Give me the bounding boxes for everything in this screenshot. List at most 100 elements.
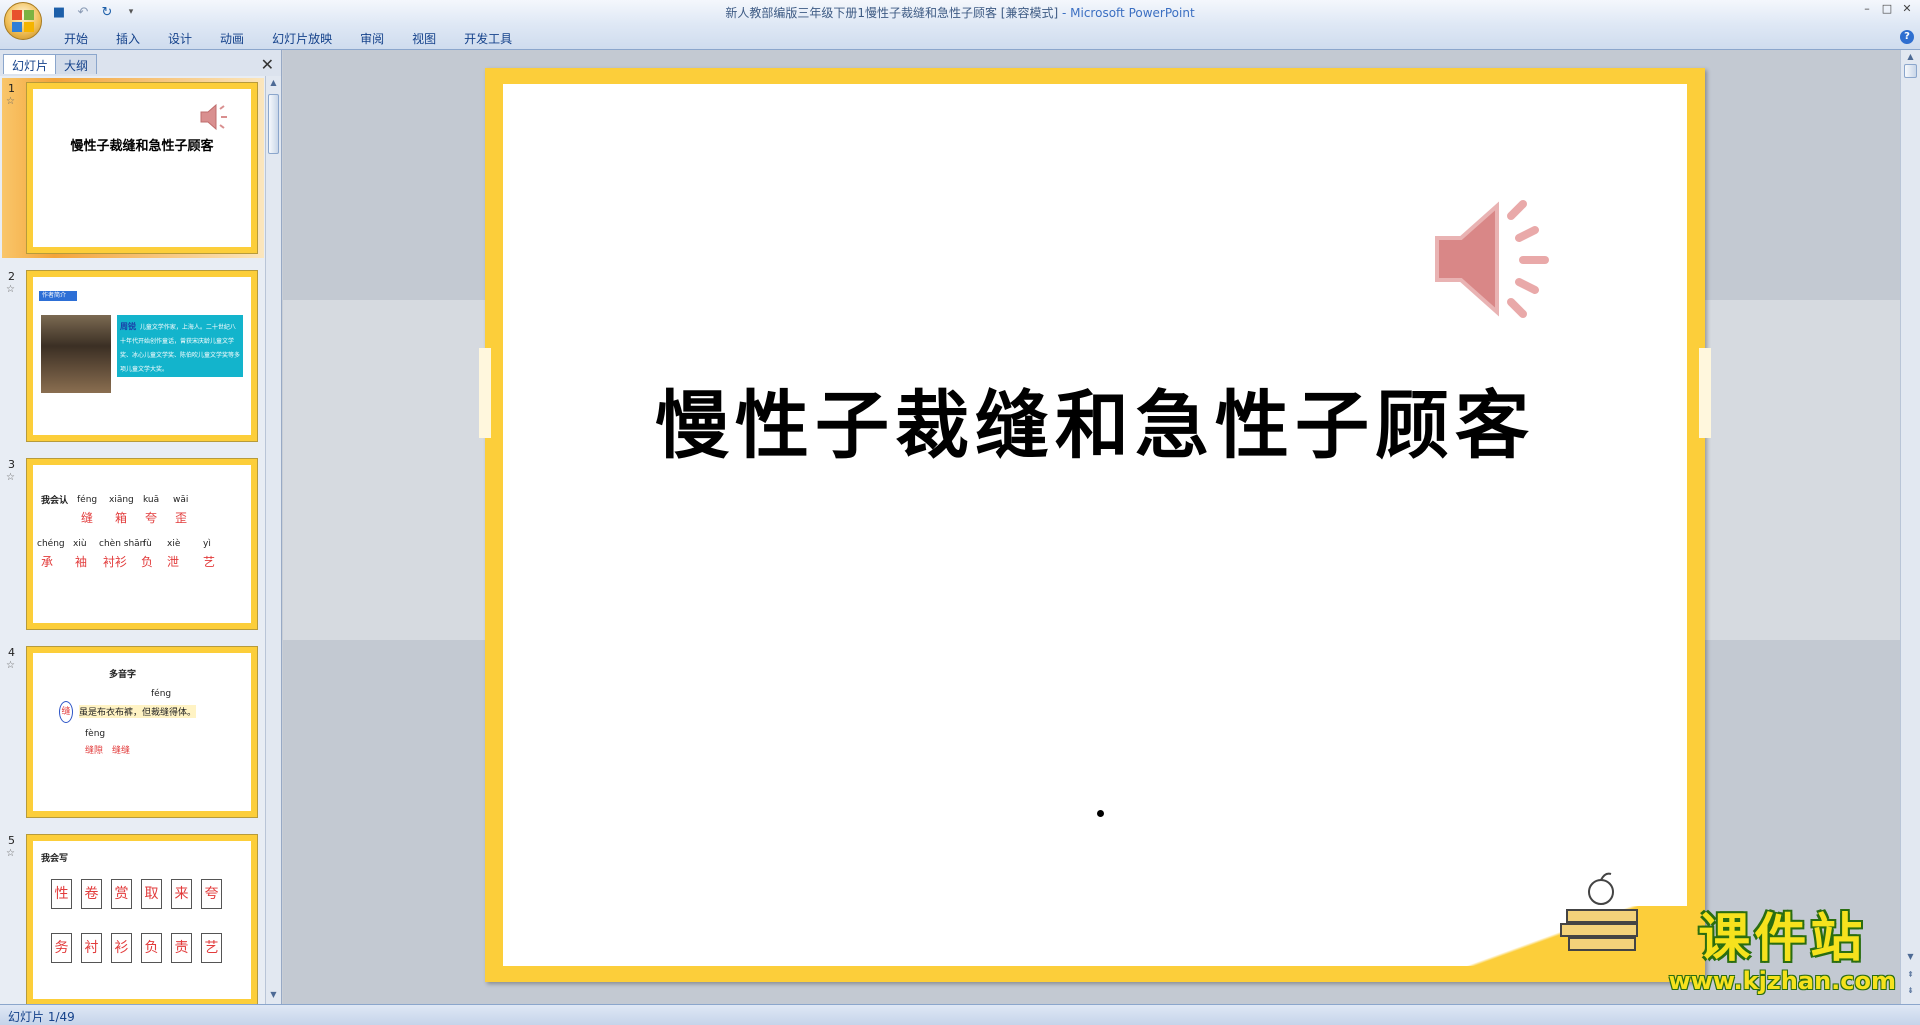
tab-insert[interactable]: 插入 [102,28,154,49]
animation-star-icon: ☆ [6,284,15,295]
office-button[interactable] [4,2,42,40]
section-label: 我会写 [41,854,69,864]
section-heading: 多音字 [109,670,137,680]
character: 缝 [81,511,94,525]
speaker-icon[interactable] [1431,194,1561,324]
speaker-icon [200,103,227,131]
slide-title[interactable]: 慢性子裁缝和急性子顾客 [503,366,1687,473]
thumbnail-canvas: 我会认 féng 缝 xiāng 箱 kuā 夸 wāi 歪 chéng 承 x… [33,465,251,623]
author-name: 周锐 [120,322,136,331]
panel-close-icon[interactable]: ✕ [261,55,274,74]
scroll-up-icon[interactable]: ▲ [268,78,279,90]
tab-review[interactable]: 审阅 [346,28,398,49]
watermark: 课件站 www.kjzhan.com [1669,911,1896,995]
pinyin: yì [203,539,211,549]
thumbnail-canvas: 我会写 性 卷 赏 取 来 夸 务 衬 衫 负 责 艺 [33,841,251,999]
author-bio: 儿童文学作家，上海人。二十世纪八十年代开始创作童话，曾获宋庆龄儿童文学奖、冰心儿… [120,324,241,373]
writing-box: 赏 [111,879,132,909]
character: 泄 [167,555,180,569]
slide-number: 3 [8,458,15,471]
writing-box: 性 [51,879,72,909]
writing-box: 卷 [81,879,102,909]
scroll-down-icon[interactable]: ▼ [268,990,279,1002]
books-apple-icon [1560,872,1638,951]
polyphone-char: 缝 [59,701,73,723]
slide-thumbnail-2[interactable]: 2 ☆ 作者简介 周锐 儿童文学作家，上海人。二十世纪八十年代开始创作童话，曾获… [2,266,264,446]
ribbon-tabs: 开始 插入 设计 动画 幻灯片放映 审阅 视图 开发工具 [50,28,526,49]
section-label: 我会认 [41,496,69,506]
writing-box: 艺 [201,933,222,963]
writing-box: 责 [171,933,192,963]
watermark-url: www.kjzhan.com [1668,967,1896,995]
pinyin: xiāng [109,495,134,505]
tab-home[interactable]: 开始 [50,28,102,49]
example-sentence: 虽是布衣布裤，但裁缝得体。 [79,705,197,718]
writing-box: 取 [141,879,162,909]
tab-slideshow[interactable]: 幻灯片放映 [258,28,346,49]
animation-star-icon: ☆ [6,472,15,483]
slide-thumbnail-4[interactable]: 4 ☆ 多音字 féng 缝 虽是布衣布裤，但裁缝得体。 fèng 缝隙 缝缝 [2,642,264,822]
slide-side-tab-left [479,348,491,438]
character: 歪 [175,511,188,525]
scroll-up-icon[interactable]: ▲ [1905,52,1916,64]
panel-tabs: 幻灯片 大纲 ✕ [0,52,282,74]
next-slide-icon[interactable]: ⇟ [1905,986,1916,998]
title-bar: ■ ↶ ↻ ▾ 新人教部编版三年级下册1慢性子裁缝和急性子顾客 [兼容模式] -… [0,0,1920,40]
tab-animations[interactable]: 动画 [206,28,258,49]
slide-content-area[interactable]: 慢性子裁缝和急性子顾客 [503,84,1687,966]
office-logo-icon [12,10,34,32]
slide-number: 1 [8,82,15,95]
animation-star-icon: ☆ [6,660,15,671]
document-title: 新人教部编版三年级下册1慢性子裁缝和急性子顾客 [兼容模式] [725,6,1059,20]
tab-developer[interactable]: 开发工具 [450,28,526,49]
minimize-button[interactable]: – [1858,2,1876,16]
slide-thumbnail-5[interactable]: 5 ☆ 我会写 性 卷 赏 取 来 夸 务 衬 衫 负 责 艺 [2,830,264,1004]
tab-slides[interactable]: 幻灯片 [3,54,58,74]
slide-number: 5 [8,834,15,847]
character: 箱 [115,511,128,525]
help-icon[interactable]: ? [1900,30,1914,44]
character: 夸 [145,511,158,525]
previous-slide-icon[interactable]: ⇞ [1905,970,1916,982]
close-button[interactable]: ✕ [1898,2,1916,16]
example-words: 缝隙 缝缝 [85,746,131,756]
tab-design[interactable]: 设计 [154,28,206,49]
thumbnail-title: 慢性子裁缝和急性子顾客 [70,139,214,154]
thumbnail-canvas: 多音字 féng 缝 虽是布衣布裤，但裁缝得体。 fèng 缝隙 缝缝 [33,653,251,811]
writing-box: 夸 [201,879,222,909]
scroll-down-icon[interactable]: ▼ [1905,952,1916,964]
character: 负 [141,555,154,569]
author-photo [41,315,111,393]
ribbon: 开始 插入 设计 动画 幻灯片放映 审阅 视图 开发工具 ? [0,24,1920,50]
section-label: 作者简介 [39,291,77,301]
slide-thumbnail-3[interactable]: 3 ☆ 我会认 féng 缝 xiāng 箱 kuā 夸 wāi 歪 chéng… [2,454,264,634]
writing-box: 衫 [111,933,132,963]
thumbnail-frame: 作者简介 周锐 儿童文学作家，上海人。二十世纪八十年代开始创作童话，曾获宋庆龄儿… [26,270,258,442]
scrollbar-thumb[interactable] [268,94,279,154]
slide-number: 4 [8,646,15,659]
window-controls: – □ ✕ [1858,2,1916,16]
thumbnail-frame: 我会写 性 卷 赏 取 来 夸 务 衬 衫 负 责 艺 [26,834,258,1004]
thumbnail-frame: 慢性子裁缝和急性子顾客 [26,82,258,254]
status-bar: 幻灯片 1/49 [0,1004,1920,1025]
slide-thumbnails: 1 ☆ 慢性子裁缝和急性子顾客 2 ☆ 作者简介 周锐 儿童文学作家，上海人。二… [0,76,266,1004]
scrollbar-thumb[interactable] [1904,64,1917,78]
slide-bullet-dot [1097,810,1104,817]
tab-view[interactable]: 视图 [398,28,450,49]
current-slide[interactable]: 慢性子裁缝和急性子顾客 [479,68,1711,982]
slide-thumbnail-1[interactable]: 1 ☆ 慢性子裁缝和急性子顾客 [2,78,264,258]
writing-box: 负 [141,933,162,963]
thumbnail-scrollbar[interactable]: ▲ ▼ [265,76,281,1004]
thumbnail-canvas: 慢性子裁缝和急性子顾客 [33,89,251,247]
maximize-button[interactable]: □ [1878,2,1896,16]
editor-scrollbar[interactable]: ▲ ▼ ⇞ ⇟ [1900,50,1920,1004]
pinyin: chéng [37,539,65,549]
character: 艺 [203,555,216,569]
thumbnail-frame: 我会认 féng 缝 xiāng 箱 kuā 夸 wāi 歪 chéng 承 x… [26,458,258,630]
tab-outline[interactable]: 大纲 [55,54,98,74]
app-name: - Microsoft PowerPoint [1062,6,1195,20]
pinyin: wāi [173,495,189,505]
pinyin: féng [77,495,98,505]
writing-box: 来 [171,879,192,909]
writing-box: 务 [51,933,72,963]
